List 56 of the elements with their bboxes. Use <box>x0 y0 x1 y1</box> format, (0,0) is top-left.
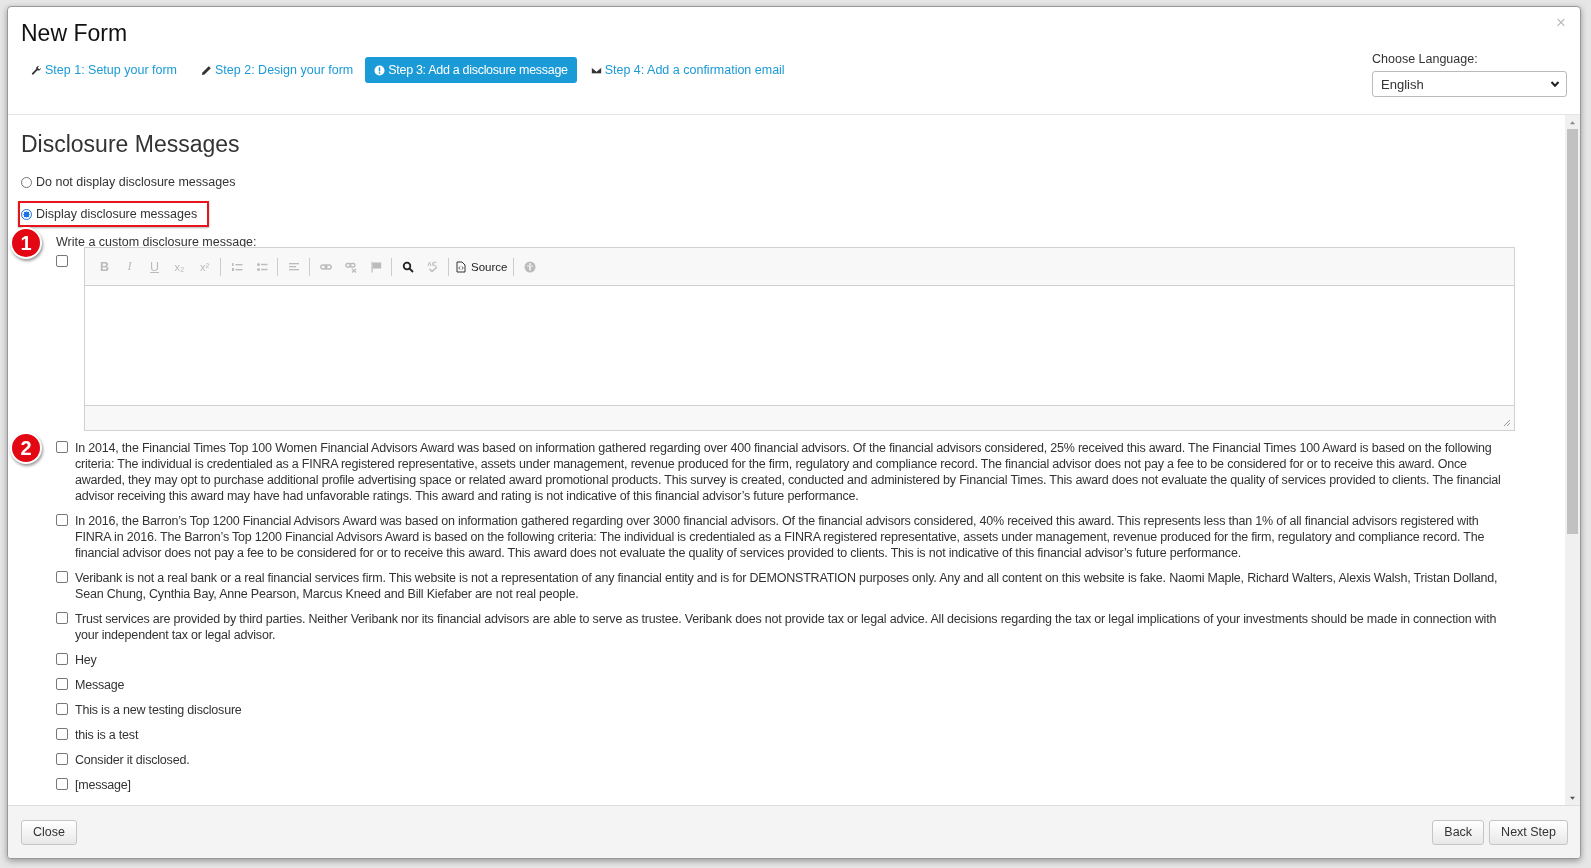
checkbox[interactable] <box>56 441 68 453</box>
close-icon[interactable]: × <box>1556 13 1566 33</box>
disclosure-text: [message] <box>75 777 131 793</box>
envelope-icon <box>590 64 602 76</box>
language-dropdown[interactable]: English <box>1372 71 1567 97</box>
accessibility-icon <box>523 260 536 273</box>
checkbox[interactable] <box>56 255 68 267</box>
checkbox[interactable] <box>56 653 68 665</box>
scrollbar[interactable] <box>1565 115 1580 805</box>
disclosure-text: This is a new testing disclosure <box>75 702 242 718</box>
checkbox[interactable] <box>56 778 68 790</box>
chevron-down-icon <box>1550 79 1560 89</box>
back-button[interactable]: Back <box>1432 819 1485 845</box>
radio-button[interactable] <box>21 208 32 220</box>
dialog-title: New Form <box>21 19 129 47</box>
step-number-badge: 2 <box>10 432 42 464</box>
checkbox[interactable] <box>56 753 68 765</box>
disclosure-text: Trust services are provided by third parties. Neither Veribank nor its financial advisors are able to serve as trustee. Veribank does not provide tax or legal advice. All decisions regarding the tax or legal implications of your investments should be made in connection with your independent tax or legal advisor. <box>75 611 1498 643</box>
close-button[interactable]: Close <box>21 819 77 845</box>
alert-icon <box>374 64 386 76</box>
source-button[interactable]: Source <box>455 256 508 277</box>
resize-grip-icon[interactable] <box>1503 419 1511 427</box>
checkbox[interactable] <box>56 612 68 624</box>
section-heading: Disclosure Messages <box>21 130 241 159</box>
disclosure-text: Consider it disclosed. <box>75 752 190 768</box>
disclosure-text: Hey <box>75 652 97 668</box>
highlighted-radio-option[interactable]: Display disclosure messages <box>18 201 210 227</box>
numbered-list-icon <box>230 260 243 273</box>
disclosure-text: In 2014, the Financial Times Top 100 Women Financial Advisors Award was based on information gathered regarding over 400 financial advisors. Of the financial advisors considered, 25% received this award. The Financial Times 100 Award is based on the following criteria: The individual is credentialed as a FINRA registered representative, assets under management, revenue produced for the firm, regulatory and compliance record. The financial advisor does not pay a fee to be considered for or to receive this award. Once awarded, they may opt to purchase additional profile advertising space or related award promotional products. This survey is created, conducted and administered by Financial Times. This award does not evaluate the quality of services provided to clients. The financial advisor receiving this award may have had unfavorable ratings. This award and rating is not indicative of this financial advisor’s future performance. <box>75 440 1502 504</box>
checkbox[interactable] <box>56 703 68 715</box>
checkbox[interactable] <box>56 678 68 690</box>
checkbox[interactable] <box>56 728 68 740</box>
spellcheck-icon <box>426 260 439 273</box>
wrench-icon <box>31 64 42 76</box>
bullet-list-icon <box>255 260 268 273</box>
checkbox[interactable] <box>56 514 68 526</box>
next-step-button[interactable]: Next Step <box>1489 819 1568 845</box>
radio-option[interactable]: Do not display disclosure messages <box>18 171 248 193</box>
disclosure-text: this is a test <box>75 727 139 743</box>
language-label: Choose Language: <box>1372 52 1479 66</box>
step-tab[interactable]: Step 3: Add a disclosure message <box>365 57 577 83</box>
document-icon <box>455 260 467 273</box>
step-number-badge: 1 <box>10 227 42 259</box>
step-tab[interactable]: Step 1: Setup your form <box>31 57 177 83</box>
step-tab[interactable]: Step 4: Add a confirmation email <box>590 57 785 83</box>
custom-message-label: Write a custom disclosure message: <box>56 235 258 249</box>
disclosure-text: Veribank is not a real bank or a real financial services firm. This website is not a representation of any financial entity and is for DEMONSTRATION purposes only. Any and all content on this website is fake. Naomi Maple, Richard Walters, Alexis Walsh, Tristan Dolland, Sean Chung, Cynthia Bay, Anne Pearson, Marcus Kneed and Bill Kiefaber are not real people. <box>75 570 1499 602</box>
pencil-icon <box>201 64 212 76</box>
flag-icon <box>369 260 382 273</box>
disclosure-text: Message <box>75 677 125 693</box>
align-icon <box>287 260 300 273</box>
checkbox[interactable] <box>56 571 68 583</box>
step-tab[interactable]: Step 2: Design your form <box>201 57 354 83</box>
disclosure-text: In 2016, the Barron’s Top 1200 Financial Advisors Award was based on information gathered regarding over 3000 financial advisors. Of the financial advisors considered, 40% received this award. This represents less than 1% of all financial advisors registered with FINRA in 2016. The Barron’s Top 1200 Financial Advisors Award is based on the following criteria: The individual is credentialed as a FINRA registered representative, assets under management, revenue produced for the firm, regulatory and compliance record. The financial advisor does not pay a fee to be considered for or to receive this award. This award does not evaluate the quality of services provided to clients. This is not indicative of this financial advisor’s future performance. <box>75 513 1486 561</box>
search-icon <box>401 260 414 273</box>
unlink-icon <box>344 260 357 273</box>
